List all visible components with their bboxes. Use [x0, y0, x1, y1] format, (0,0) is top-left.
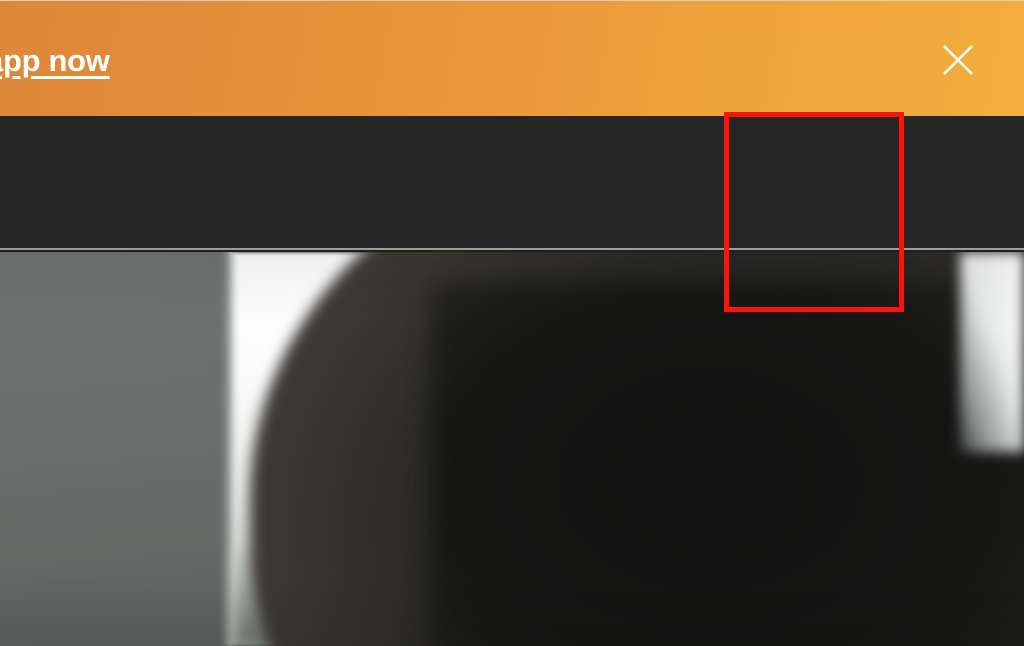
hero-vignette	[0, 252, 1024, 646]
promo-banner: app now	[0, 0, 1024, 116]
page-root: app now PRICING | COMPANY FREE TRIAL Log…	[0, 0, 1024, 646]
promo-banner-link[interactable]: app now	[0, 43, 110, 79]
hero-image	[0, 252, 1024, 646]
navigation-bar: PRICING | COMPANY FREE TRIAL Login	[0, 116, 1024, 328]
close-x-icon[interactable]	[938, 40, 978, 80]
